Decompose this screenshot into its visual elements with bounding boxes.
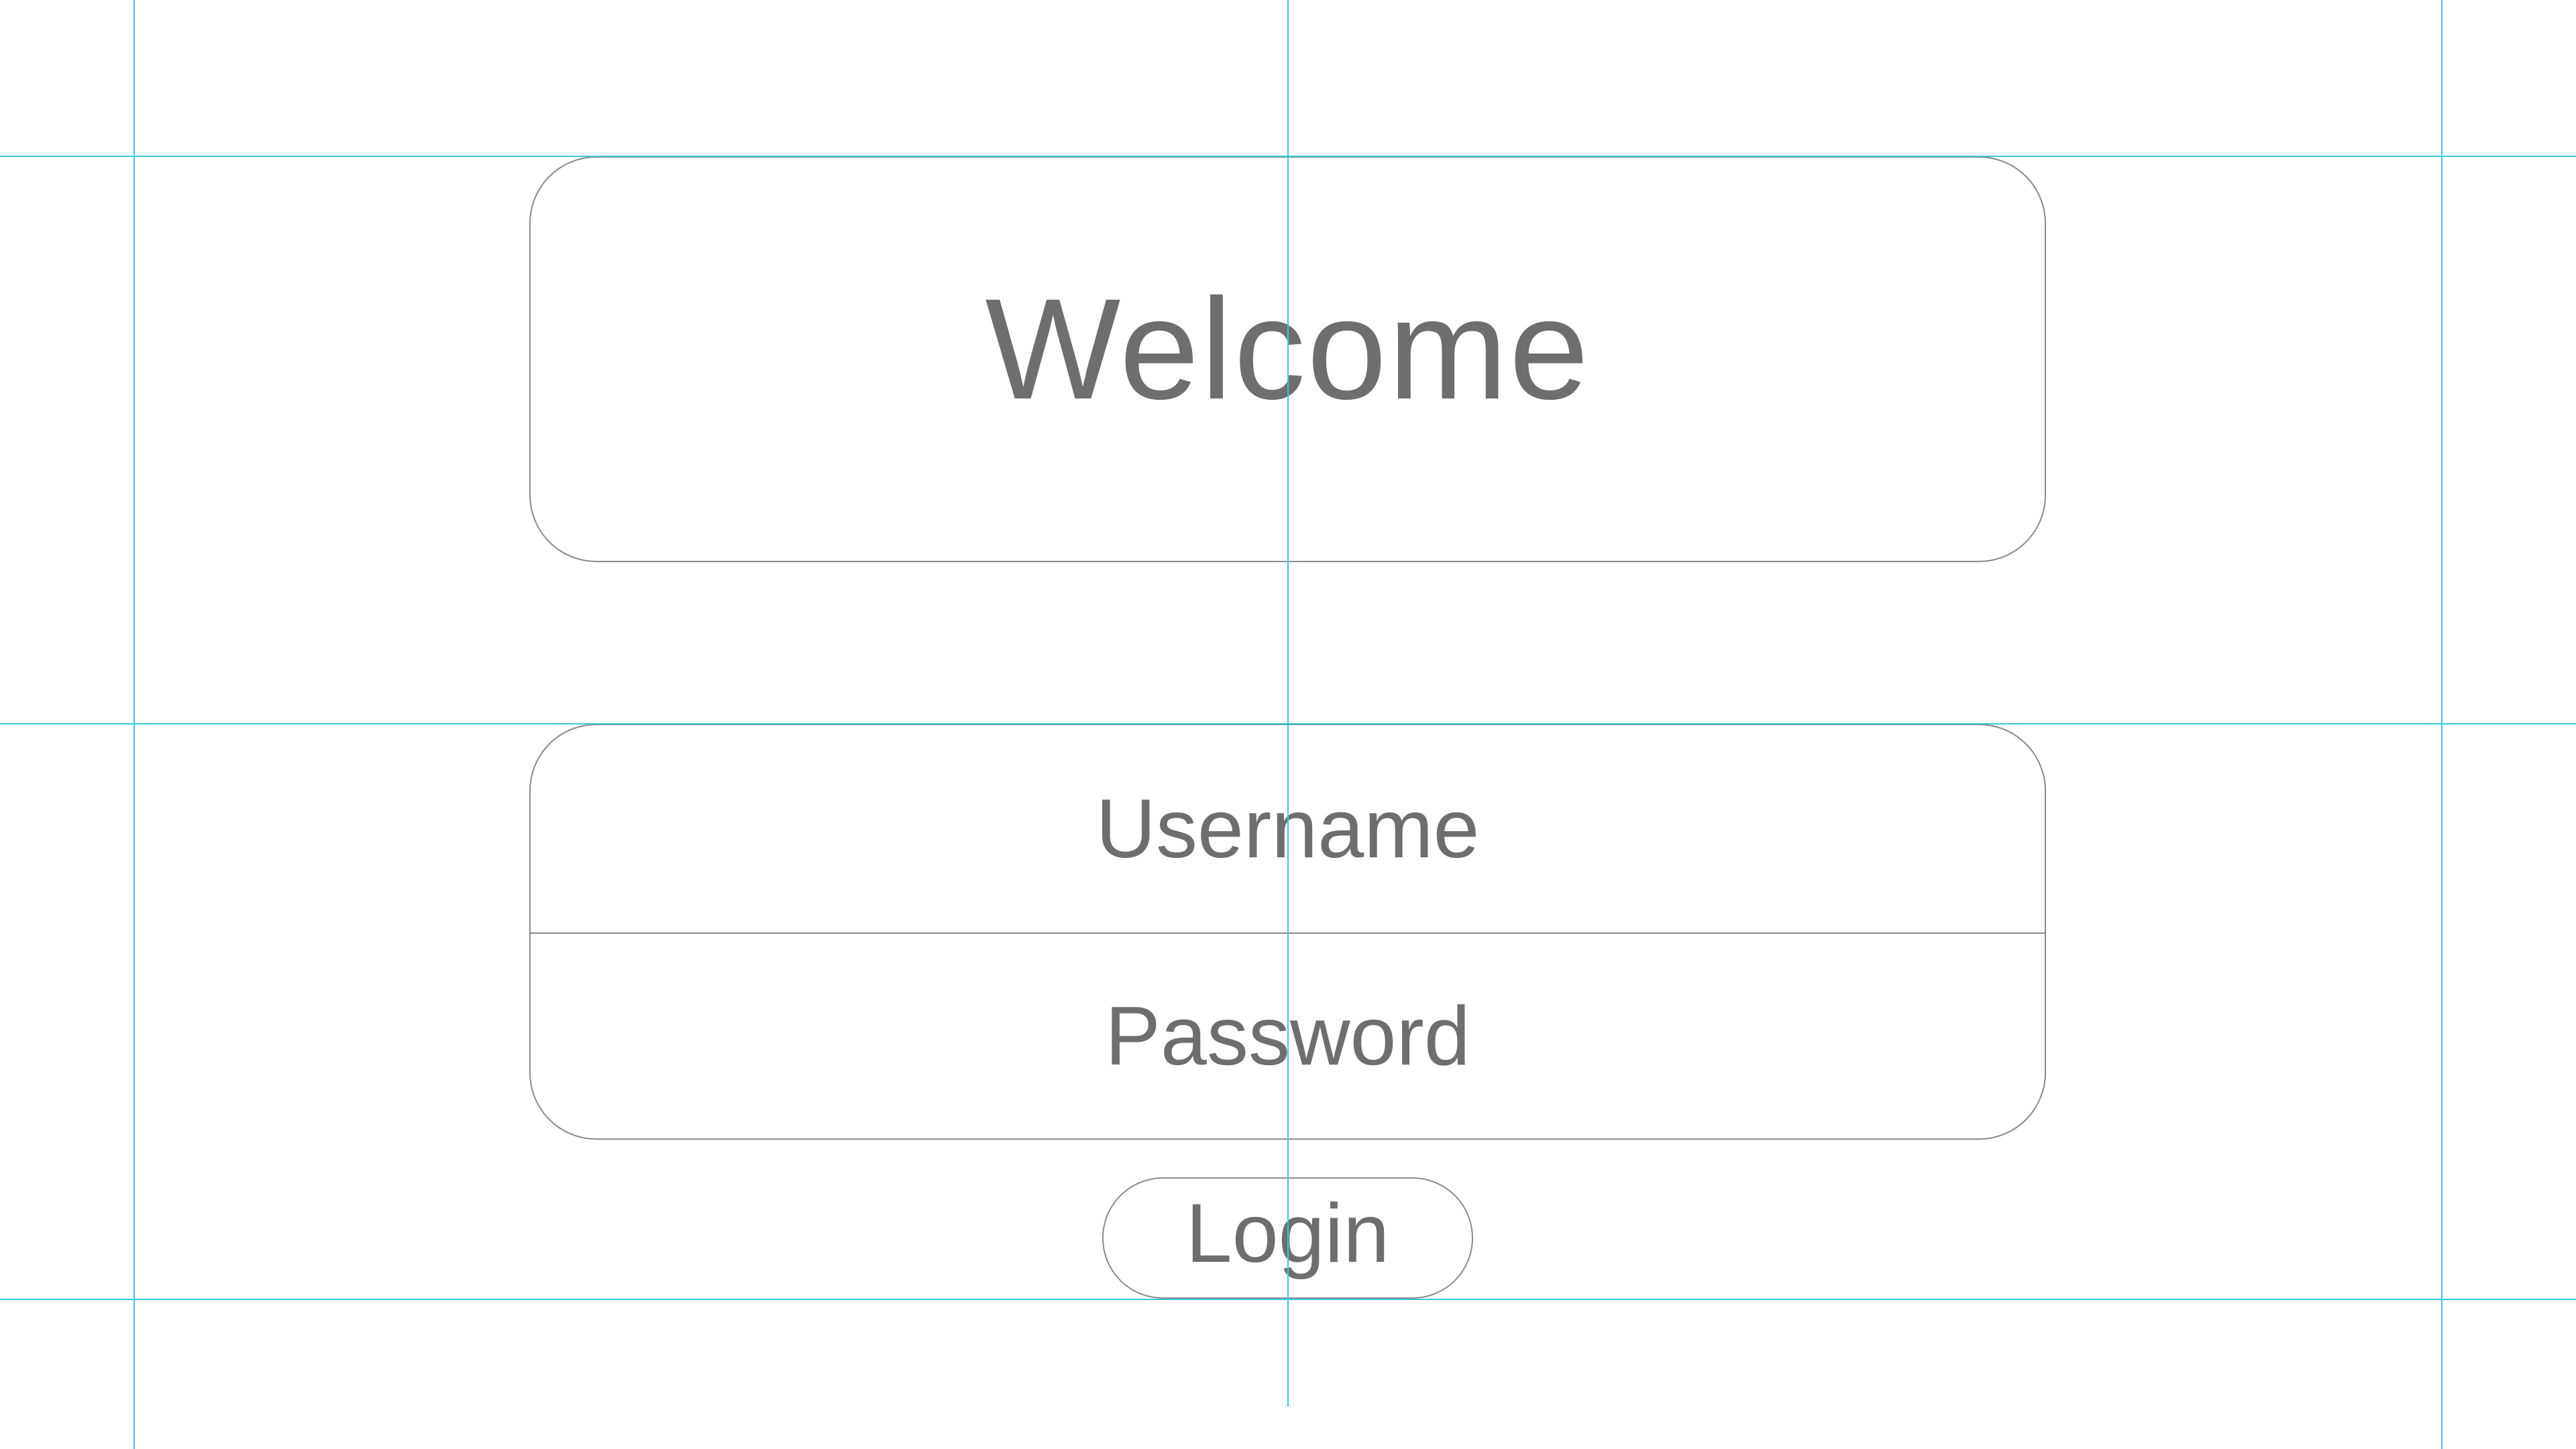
password-field[interactable]: Password [531,934,2045,1138]
username-field[interactable]: Username [531,725,2045,932]
layout-guide-horizontal [0,1299,2576,1300]
layout-guide-vertical [2441,0,2443,1449]
login-screen: Welcome Username Password Login [0,0,2576,1449]
layout-guide-vertical [133,0,135,1449]
welcome-title: Welcome [985,268,1591,429]
welcome-card: Welcome [529,156,2046,562]
credentials-box: Username Password [529,724,2046,1140]
login-button[interactable]: Login [1102,1177,1473,1299]
